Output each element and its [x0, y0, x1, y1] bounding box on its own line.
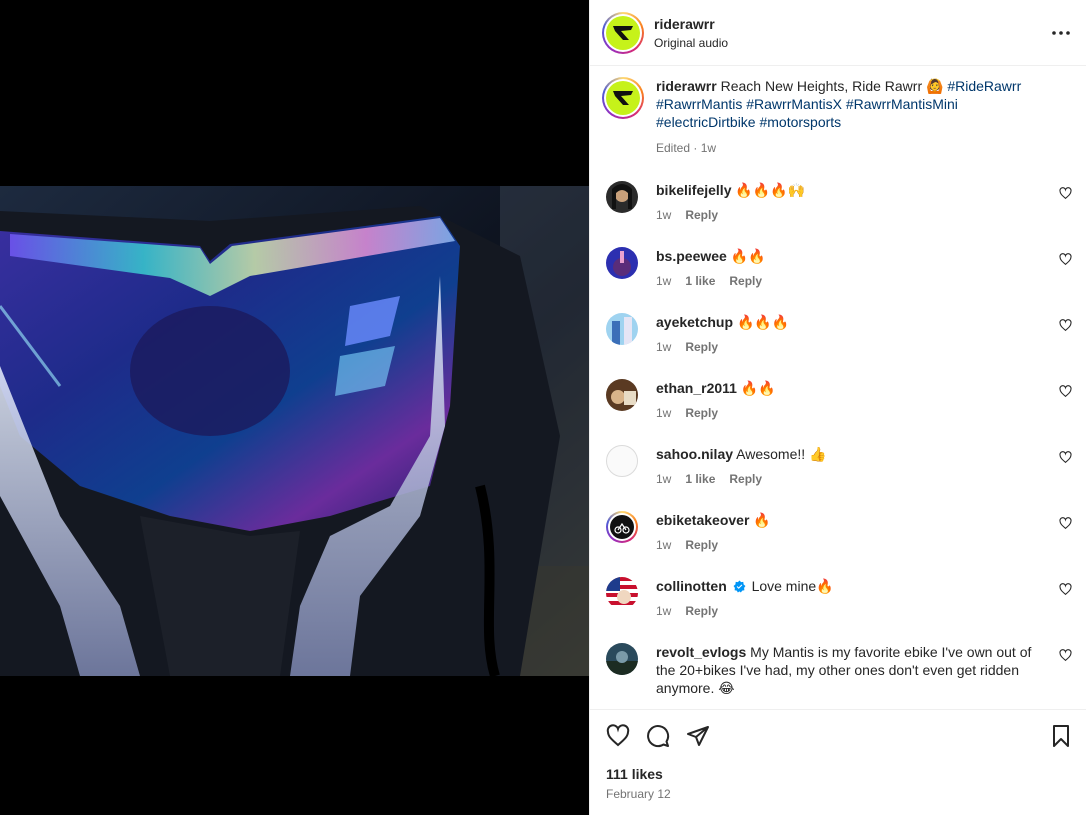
comment-avatar[interactable] [606, 181, 638, 213]
comment-time[interactable]: 1w [656, 470, 671, 488]
details-panel: riderawrr Original audio riderawrr Reach… [589, 0, 1086, 815]
comment-item: ebiketakeover 🔥 1w Reply [606, 511, 1072, 554]
action-bar: 111 likes February 12 [590, 709, 1086, 815]
caption-avatar[interactable] [602, 77, 644, 119]
bookmark-icon[interactable] [1049, 724, 1073, 748]
comment-item: bikelifejelly 🔥🔥🔥🙌 1w Reply [606, 181, 1072, 224]
heart-icon[interactable] [1059, 583, 1072, 596]
comment-time[interactable]: 1w [656, 206, 671, 224]
post-header: riderawrr Original audio [590, 0, 1086, 66]
heart-icon[interactable] [1059, 517, 1072, 530]
comment-item: revolt_evlogs My Mantis is my favorite e… [606, 643, 1072, 697]
hashtag-link[interactable]: #motorsports [759, 114, 841, 130]
reply-button[interactable]: Reply [685, 338, 718, 356]
heart-icon[interactable] [1059, 253, 1072, 266]
comment-avatar[interactable] [606, 313, 638, 345]
likes-count[interactable]: 111 likes [606, 766, 663, 782]
comment-avatar[interactable] [606, 511, 638, 543]
audio-label[interactable]: Original audio [654, 36, 728, 50]
comment-username[interactable]: ebiketakeover [656, 512, 749, 528]
comment-avatar[interactable] [606, 445, 638, 477]
heart-icon[interactable] [1059, 451, 1072, 464]
heart-icon[interactable] [1059, 385, 1072, 398]
reply-button[interactable]: Reply [685, 206, 718, 224]
comment-likes[interactable]: 1 like [685, 470, 715, 488]
caption-username[interactable]: riderawrr [656, 78, 717, 94]
comments-list[interactable]: riderawrr Reach New Heights, Ride Rawrr … [590, 67, 1086, 709]
comment-username[interactable]: ethan_r2011 [656, 380, 737, 396]
reply-button[interactable]: Reply [729, 272, 762, 290]
media-area [0, 0, 589, 815]
comment-username[interactable]: ayeketchup [656, 314, 733, 330]
comment-username[interactable]: collinotten [656, 578, 727, 594]
comment-username[interactable]: bs.peewee [656, 248, 727, 264]
comment-username[interactable]: bikelifejelly [656, 182, 731, 198]
comment-time[interactable]: 1w [656, 272, 671, 290]
comment-time[interactable]: 1w [656, 338, 671, 356]
caption-meta: Edited · 1w [656, 141, 717, 155]
hashtag-link[interactable]: #RideRawrr [947, 78, 1021, 94]
more-options-button[interactable] [1052, 20, 1070, 38]
comment-item: collinotten Love mine🔥 1w Reply [606, 577, 1072, 620]
comment-item: ethan_r2011 🔥🔥 1w Reply [606, 379, 1072, 422]
comment-item: ayeketchup 🔥🔥🔥 1w Reply [606, 313, 1072, 356]
comment-item: bs.peewee 🔥🔥 1w 1 like Reply [606, 247, 1072, 290]
comment-text: 🔥🔥 [740, 380, 776, 396]
comment-time[interactable]: 1w [656, 536, 671, 554]
comment-time[interactable]: 1w [656, 602, 671, 620]
comment-text: 🔥🔥🔥🙌 [735, 182, 806, 198]
comment-avatar[interactable] [606, 577, 638, 609]
post-video[interactable] [0, 186, 589, 676]
comment-text: Awesome!! 👍 [736, 446, 827, 462]
hashtag-link[interactable]: #electricDirtbike [656, 114, 756, 130]
more-options-icon [1052, 31, 1070, 35]
rawrr-logo-icon [613, 91, 633, 105]
comment-item: sahoo.nilay Awesome!! 👍 1w 1 like Reply [606, 445, 1072, 488]
post-caption: riderawrr Reach New Heights, Ride Rawrr … [602, 77, 1072, 157]
comment-text: 🔥🔥 [730, 248, 766, 264]
heart-icon[interactable] [1059, 187, 1072, 200]
heart-icon[interactable] [1059, 319, 1072, 332]
heart-icon[interactable] [1059, 649, 1072, 662]
comment-username[interactable]: sahoo.nilay [656, 446, 733, 462]
reply-button[interactable]: Reply [729, 470, 762, 488]
comment-likes[interactable]: 1 like [685, 272, 715, 290]
post-viewer: riderawrr Original audio riderawrr Reach… [0, 0, 1086, 815]
comment-time[interactable]: 1w [656, 404, 671, 422]
verified-badge-icon [733, 580, 746, 593]
hashtag-link[interactable]: #RawrrMantis [656, 96, 742, 112]
comment-text: 🔥 [753, 512, 771, 528]
rawrr-logo-icon [613, 25, 633, 40]
header-username[interactable]: riderawrr [654, 16, 728, 32]
share-icon[interactable] [686, 724, 710, 748]
headlight-image [0, 186, 589, 676]
comment-avatar[interactable] [606, 247, 638, 279]
comment-text: 🔥🔥🔥 [736, 314, 790, 330]
avatar[interactable] [602, 11, 644, 54]
reply-button[interactable]: Reply [685, 536, 718, 554]
comment-avatar[interactable] [606, 379, 638, 411]
heart-icon[interactable] [606, 724, 630, 748]
comment-username[interactable]: revolt_evlogs [656, 644, 746, 660]
hashtag-link[interactable]: #RawrrMantisX [746, 96, 842, 112]
hashtag-link[interactable]: #RawrrMantisMini [846, 96, 958, 112]
reply-button[interactable]: Reply [685, 404, 718, 422]
comment-avatar[interactable] [606, 643, 638, 675]
comment-icon[interactable] [646, 724, 670, 748]
reply-button[interactable]: Reply [685, 602, 718, 620]
caption-text: Reach New Heights, Ride Rawrr 🙆 [720, 78, 944, 94]
post-date[interactable]: February 12 [606, 787, 671, 801]
comment-text: Love mine🔥 [751, 578, 834, 594]
